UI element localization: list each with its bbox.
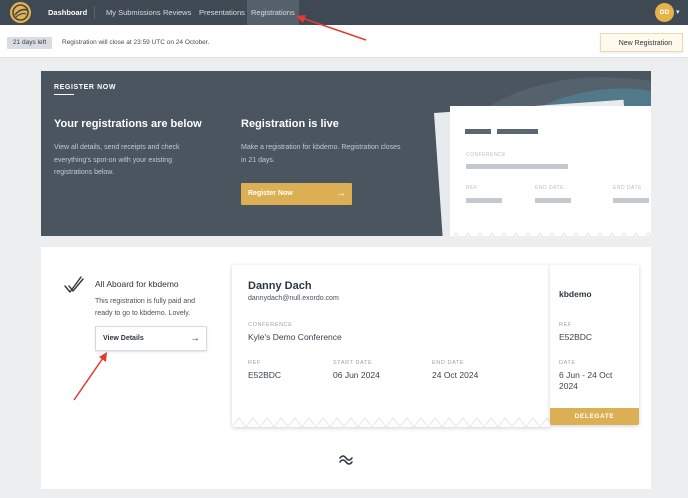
ticket-bar (466, 198, 502, 203)
arrow-right-icon: → (336, 188, 346, 199)
arrow-right-icon: → (190, 333, 200, 344)
register-now-banner: REGISTER NOW Your registrations are belo… (41, 71, 651, 236)
new-registration-button[interactable]: New Registration (600, 33, 683, 52)
ticket-bar (613, 198, 649, 203)
ticket-bar (465, 129, 491, 134)
delegate-badge: DELEGATE (550, 408, 639, 425)
registration-ticket: Danny Dach dannydach@null.exordo.com CON… (232, 265, 550, 427)
registration-stub: kbdemo REF E52BDC DATE 6 Jun - 24 Oct 20… (550, 265, 639, 425)
start-date-value: 06 Jun 2024 (333, 370, 380, 380)
ticket-end-date-label-2: END DATE (613, 185, 642, 191)
stub-conference: kbdemo (559, 289, 592, 299)
ticket-bar (466, 164, 568, 169)
registration-title: All Aboard for kbdemo (95, 279, 179, 289)
nav-my-submissions[interactable]: My Submissions (106, 0, 161, 25)
zigzag-decoration-icon (453, 232, 651, 236)
end-date-label: END DATE (432, 360, 465, 366)
register-now-eyebrow: REGISTER NOW (54, 84, 117, 91)
days-left-badge: 21 days left (7, 37, 53, 49)
registration-live-title: Registration is live (241, 118, 339, 130)
nav-registrations[interactable]: Registrations (247, 0, 299, 25)
nav-dashboard[interactable]: Dashboard (48, 0, 87, 25)
zigzag-decoration-icon (232, 417, 550, 427)
avatar[interactable]: DD (655, 3, 674, 22)
registrations-below-title: Your registrations are below (54, 118, 202, 130)
ticket-conference-label: CONFERENCE (466, 152, 507, 158)
register-now-button[interactable]: Register Now → (241, 183, 352, 205)
conference-name: Kyle's Demo Conference (248, 332, 342, 342)
ticket-bar (535, 198, 571, 203)
ref-value: E52BDC (248, 370, 282, 380)
stub-ref-value: E52BDC (559, 332, 593, 342)
register-now-label: Register Now (248, 190, 293, 197)
closing-notice: Registration will close at 23:59 UTC on … (62, 39, 210, 46)
notice-bar: 21 days left Registration will close at … (0, 25, 688, 58)
registration-live-text: Make a registration for kbdemo. Registra… (241, 144, 401, 164)
registration-status-text: This registration is fully paid and read… (95, 298, 195, 317)
ticket-ref-label: REF (466, 185, 478, 191)
end-date-value: 24 Oct 2024 (432, 370, 479, 380)
attendee-name: Danny Dach (248, 280, 312, 292)
attendee-email: dannydach@null.exordo.com (248, 295, 339, 302)
start-date-label: START DATE (333, 360, 373, 366)
loading-squiggle-icon (339, 455, 353, 465)
nav-reviews[interactable]: Reviews (163, 0, 191, 25)
view-details-button[interactable]: View Details → (95, 326, 207, 351)
stub-date-label: DATE (559, 360, 576, 366)
ticket-illustration: CONFERENCE REF END DATE END DATE (450, 106, 651, 236)
logo-icon[interactable] (10, 2, 31, 23)
conference-label: CONFERENCE (248, 322, 293, 328)
nav-divider (94, 6, 95, 19)
view-details-label: View Details (103, 335, 144, 342)
ticket-bar (497, 129, 538, 134)
registrations-below-text: View all details, send receipts and chec… (54, 144, 180, 176)
nav-presentations[interactable]: Presentations (199, 0, 245, 25)
stub-ref-label: REF (559, 322, 572, 328)
ref-label: REF (248, 360, 261, 366)
ticket-end-date-label: END DATE (535, 185, 564, 191)
registration-card: All Aboard for kbdemo This registration … (41, 247, 651, 489)
stub-date-value: 6 Jun - 24 Oct 2024 (559, 370, 613, 391)
eyebrow-underline (54, 94, 74, 95)
chevron-down-icon[interactable]: ▾ (676, 8, 680, 16)
top-nav: Dashboard My Submissions Reviews Present… (0, 0, 688, 25)
double-check-icon (64, 276, 84, 293)
